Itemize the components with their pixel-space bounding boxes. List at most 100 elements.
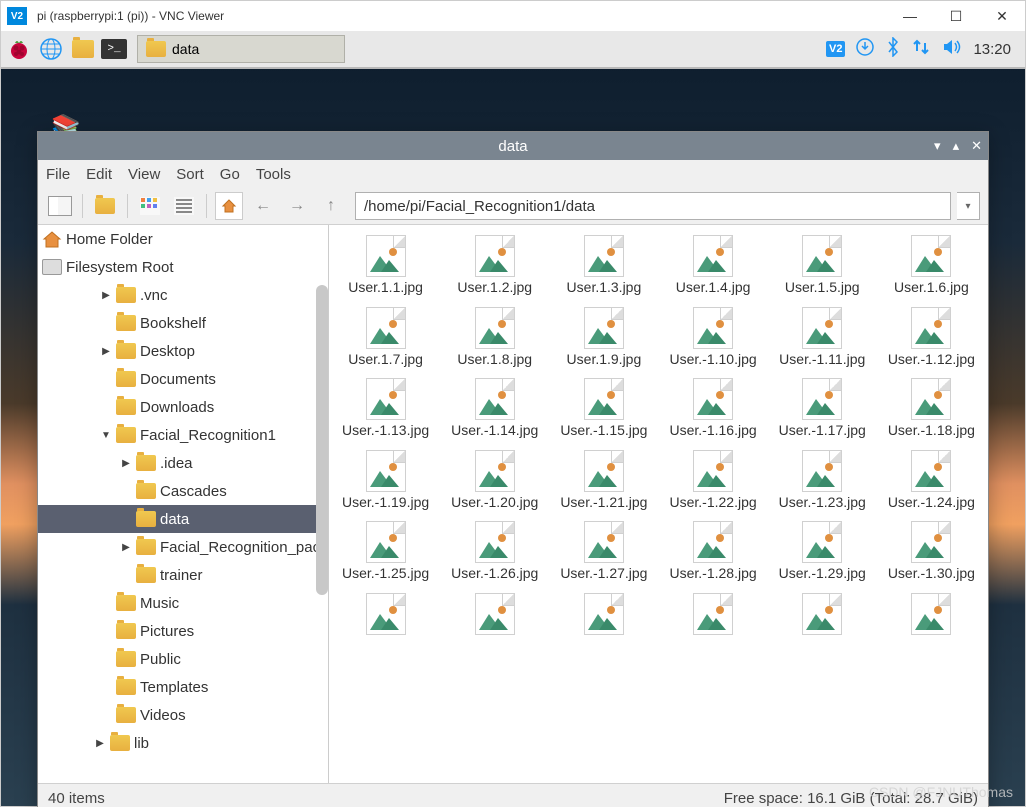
tree-item-data[interactable]: data [38,505,328,533]
tree-item-trainer[interactable]: trainer [38,561,328,589]
tree-item-desktop[interactable]: ▶Desktop [38,337,328,365]
tree-item-lib[interactable]: ▶lib [38,729,328,757]
toggle-pane-button[interactable] [46,192,74,220]
new-folder-button[interactable] [91,192,119,220]
menu-sort[interactable]: Sort [176,166,204,183]
file-item[interactable]: User.-1.11.jpg [768,303,877,373]
file-item[interactable]: User.-1.13.jpg [331,374,440,444]
vnc-tray-icon[interactable]: V2 [826,41,845,57]
tree-item-facial-recognition1[interactable]: ▼Facial_Recognition1 [38,421,328,449]
tree-item-downloads[interactable]: Downloads [38,393,328,421]
file-item[interactable]: User.-1.30.jpg [877,517,986,587]
menu-go[interactable]: Go [220,166,240,183]
tree-item-cascades[interactable]: Cascades [38,477,328,505]
forward-button[interactable]: → [283,192,311,220]
home-folder-item[interactable]: Home Folder [38,225,328,253]
file-item[interactable]: User.-1.21.jpg [549,446,658,516]
file-item[interactable]: User.-1.23.jpg [768,446,877,516]
image-file-icon [475,593,515,635]
file-item[interactable]: User.-1.14.jpg [440,374,549,444]
file-item[interactable]: User.1.7.jpg [331,303,440,373]
file-item[interactable]: User.-1.19.jpg [331,446,440,516]
file-item[interactable]: User.-1.28.jpg [658,517,767,587]
file-item-partial[interactable] [877,589,986,639]
fm-toolbar: ← → ↑ /home/pi/Facial_Recognition1/data … [38,188,988,225]
file-item[interactable]: User.-1.20.jpg [440,446,549,516]
download-tray-icon[interactable] [855,37,875,62]
file-view[interactable]: User.1.1.jpgUser.1.2.jpgUser.1.3.jpgUser… [329,225,988,783]
expander-icon[interactable]: ▼ [100,430,112,441]
file-item[interactable]: User.1.3.jpg [549,231,658,301]
menu-edit[interactable]: Edit [86,166,112,183]
raspberry-menu-icon[interactable] [5,35,33,63]
file-item[interactable]: User.-1.18.jpg [877,374,986,444]
bluetooth-tray-icon[interactable] [885,37,901,62]
file-item[interactable]: User.-1.15.jpg [549,374,658,444]
file-item[interactable]: User.1.8.jpg [440,303,549,373]
tree-item--idea[interactable]: ▶.idea [38,449,328,477]
tree-item-templates[interactable]: Templates [38,673,328,701]
file-item[interactable]: User.-1.29.jpg [768,517,877,587]
fm-maximize-icon[interactable]: ▴ [953,138,960,154]
file-item[interactable]: User.-1.17.jpg [768,374,877,444]
file-manager-icon[interactable] [69,35,97,63]
tree-item-music[interactable]: Music [38,589,328,617]
fm-titlebar[interactable]: data ▾ ▴ ✕ [38,132,988,160]
close-button[interactable]: ✕ [979,1,1025,31]
file-item[interactable]: User.1.1.jpg [331,231,440,301]
file-item[interactable]: User.-1.24.jpg [877,446,986,516]
file-item[interactable]: User.-1.16.jpg [658,374,767,444]
address-bar[interactable]: /home/pi/Facial_Recognition1/data [355,192,951,220]
tree-item-videos[interactable]: Videos [38,701,328,729]
file-item-partial[interactable] [331,589,440,639]
file-item[interactable]: User.-1.22.jpg [658,446,767,516]
network-tray-icon[interactable] [911,37,931,62]
volume-tray-icon[interactable] [941,37,963,62]
file-item[interactable]: User.1.9.jpg [549,303,658,373]
tree-item-public[interactable]: Public [38,645,328,673]
file-item[interactable]: User.1.4.jpg [658,231,767,301]
file-item[interactable]: User.1.5.jpg [768,231,877,301]
clock[interactable]: 13:20 [973,41,1011,58]
tree-item-facial-recognition-pac[interactable]: ▶Facial_Recognition_pac [38,533,328,561]
file-item-partial[interactable] [440,589,549,639]
tree-item-pictures[interactable]: Pictures [38,617,328,645]
file-item[interactable]: User.-1.10.jpg [658,303,767,373]
fm-close-icon[interactable]: ✕ [971,138,982,154]
file-item-partial[interactable] [658,589,767,639]
expander-icon[interactable]: ▶ [120,542,132,553]
sidebar-scrollbar[interactable] [316,285,328,595]
file-item-partial[interactable] [549,589,658,639]
back-button[interactable]: ← [249,192,277,220]
terminal-icon[interactable]: >_ [101,39,127,59]
tree-item-documents[interactable]: Documents [38,365,328,393]
expander-icon[interactable]: ▶ [94,738,106,749]
file-item[interactable]: User.1.6.jpg [877,231,986,301]
expander-icon[interactable]: ▶ [100,290,112,301]
menu-file[interactable]: File [46,166,70,183]
file-item[interactable]: User.-1.27.jpg [549,517,658,587]
web-browser-icon[interactable] [37,35,65,63]
expander-icon[interactable]: ▶ [100,346,112,357]
fm-minimize-icon[interactable]: ▾ [934,138,941,154]
file-item[interactable]: User.1.2.jpg [440,231,549,301]
icon-view-button[interactable] [136,192,164,220]
up-button[interactable]: ↑ [317,192,345,220]
file-item-partial[interactable] [768,589,877,639]
minimize-button[interactable]: — [887,1,933,31]
file-item[interactable]: User.-1.12.jpg [877,303,986,373]
vnc-outer-window: V2 pi (raspberrypi:1 (pi)) - VNC Viewer … [0,0,1026,807]
taskbar-app-data[interactable]: data [137,35,345,63]
file-item[interactable]: User.-1.25.jpg [331,517,440,587]
address-dropdown-button[interactable]: ▾ [957,192,980,220]
home-button[interactable] [215,192,243,220]
filesystem-root-item[interactable]: Filesystem Root [38,253,328,281]
maximize-button[interactable]: ☐ [933,1,979,31]
file-item[interactable]: User.-1.26.jpg [440,517,549,587]
tree-item-bookshelf[interactable]: Bookshelf [38,309,328,337]
expander-icon[interactable]: ▶ [120,458,132,469]
list-view-button[interactable] [170,192,198,220]
tree-item--vnc[interactable]: ▶.vnc [38,281,328,309]
menu-tools[interactable]: Tools [256,166,291,183]
menu-view[interactable]: View [128,166,160,183]
